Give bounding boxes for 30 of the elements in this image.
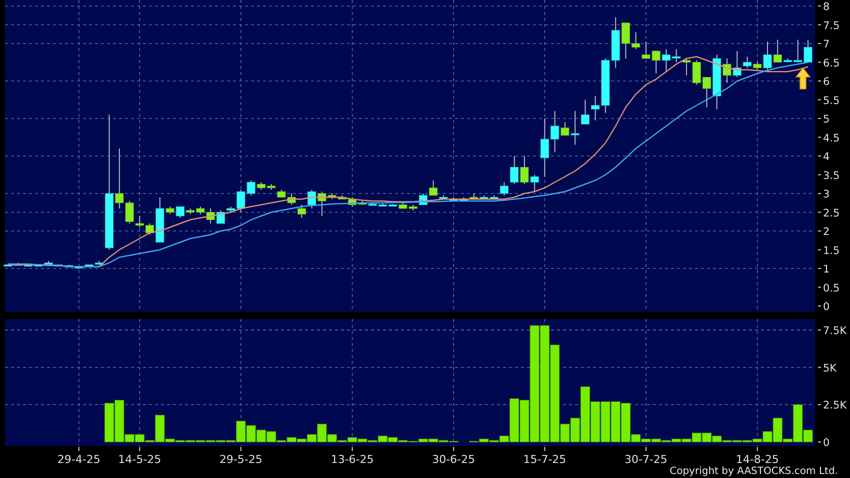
y-axis-label: 2.5K (823, 400, 847, 412)
x-axis-label: 14-8-25 (736, 453, 779, 466)
y-axis-label: 1.5 (823, 244, 840, 257)
y-axis-label: 2 (823, 226, 830, 238)
y-axis-label: 0 (823, 436, 830, 449)
y-axis-label: 4 (823, 151, 830, 163)
y-axis-label: 2.5 (823, 207, 840, 220)
y-axis-label: 0 (823, 301, 830, 312)
x-axis-label: 14-5-25 (118, 453, 162, 466)
y-axis-label: 7.5K (823, 325, 847, 338)
y-axis-label: 1 (823, 264, 830, 276)
y-axis-label: 5 (823, 114, 830, 126)
y-axis-label: 5.5 (823, 94, 840, 107)
x-axis-label: 30-7-25 (624, 453, 668, 466)
x-axis-label: 15-7-25 (523, 453, 566, 466)
y-axis-label: 0.5 (823, 282, 840, 294)
x-axis-label: 29-4-25 (57, 453, 100, 466)
x-axis-label: 30-6-25 (432, 453, 476, 466)
y-axis-label: 6.5 (823, 57, 840, 70)
x-axis-label: 13-6-25 (330, 453, 374, 466)
y-axis-label: 7 (823, 38, 830, 50)
copyright-text: Copyright by AASTOCKS.com Ltd. (670, 466, 838, 478)
y-axis-label: 7.5 (823, 20, 840, 32)
y-axis-label: 4.5 (823, 132, 840, 144)
x-axis-label: 29-5-25 (219, 453, 262, 466)
y-axis-label: 5K (823, 362, 837, 374)
y-axis-label: 3 (823, 188, 830, 200)
y-axis-label: 6 (823, 76, 830, 88)
y-axis-label: 8 (823, 1, 830, 13)
y-axis-label: 3.5 (823, 170, 840, 182)
